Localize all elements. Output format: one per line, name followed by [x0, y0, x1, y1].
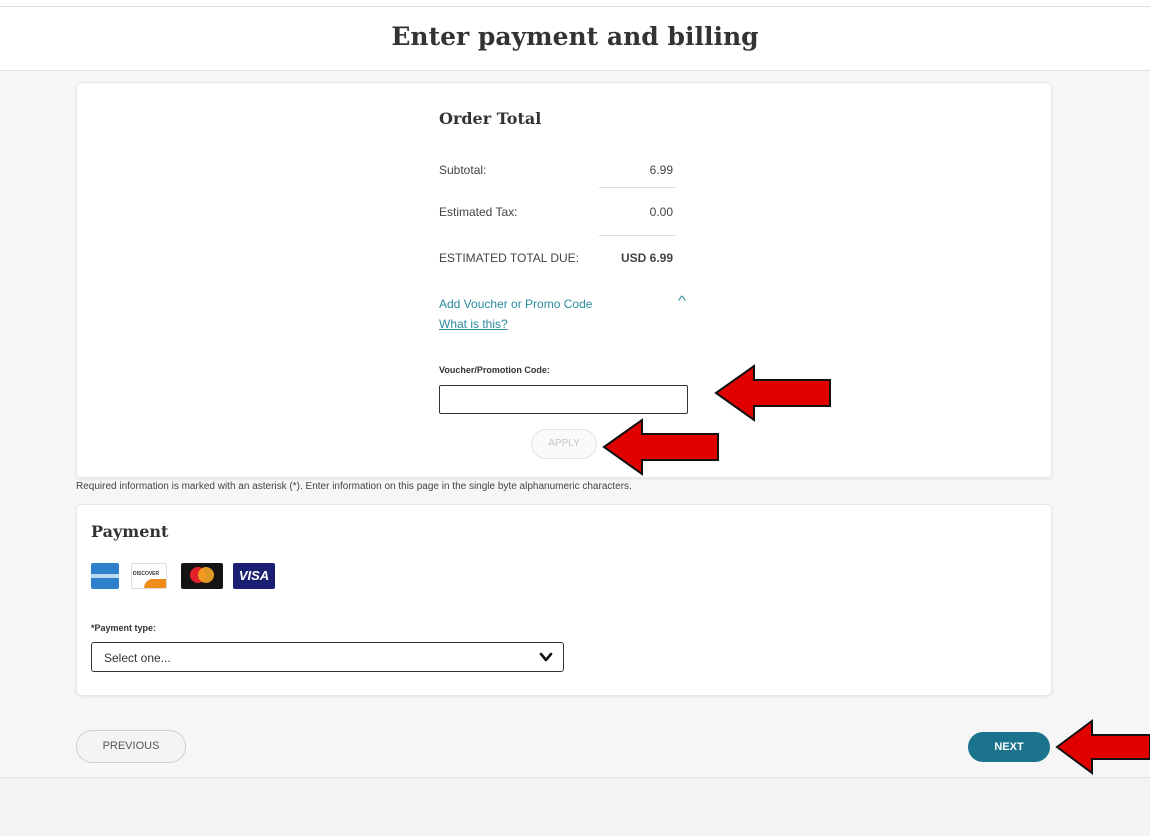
amex-icon	[91, 563, 119, 589]
tax-divider	[599, 235, 675, 236]
voucher-input[interactable]	[439, 385, 688, 414]
subtotal-value: 6.99	[649, 163, 673, 177]
discover-icon: DISCOVER	[131, 563, 167, 589]
mastercard-icon	[181, 563, 223, 589]
apply-button[interactable]: APPLY	[531, 429, 597, 459]
order-total-title: Order Total	[439, 109, 542, 128]
add-voucher-link[interactable]: Add Voucher or Promo Code	[439, 297, 592, 311]
discover-text: DISCOVER	[133, 571, 160, 577]
footer-band	[0, 777, 1150, 836]
next-button[interactable]: NEXT	[968, 732, 1050, 762]
what-is-this-link[interactable]: What is this?	[439, 317, 508, 331]
payment-type-select[interactable]: Select one...	[91, 642, 564, 672]
payment-type-label: *Payment type:	[91, 623, 157, 633]
total-value: USD 6.99	[620, 251, 673, 265]
chevron-up-icon[interactable]: ^	[670, 292, 693, 310]
subtotal-label: Subtotal:	[439, 163, 487, 177]
total-label: ESTIMATED TOTAL DUE:	[439, 251, 580, 265]
payment-card: Payment DISCOVER VISA *Payment type: Sel…	[76, 504, 1052, 696]
header-bar: Enter payment and billing	[0, 0, 1150, 71]
previous-button[interactable]: PREVIOUS	[76, 730, 186, 763]
header-divider	[0, 6, 1150, 7]
annotation-arrow-icon	[1055, 719, 1150, 775]
chevron-down-icon	[539, 652, 553, 662]
annotation-arrow-icon	[714, 364, 831, 422]
payment-type-value: Select one...	[104, 651, 171, 665]
subtotal-divider	[599, 187, 675, 188]
visa-icon: VISA	[233, 563, 275, 589]
voucher-label: Voucher/Promotion Code:	[439, 365, 550, 375]
page-title: Enter payment and billing	[391, 22, 759, 51]
required-info-note: Required information is marked with an a…	[76, 481, 632, 492]
annotation-arrow-icon	[602, 418, 719, 476]
payment-title: Payment	[91, 522, 169, 541]
order-total-card: Order Total Subtotal: 6.99 Estimated Tax…	[76, 82, 1052, 478]
tax-value: 0.00	[649, 205, 673, 219]
tax-label: Estimated Tax:	[439, 205, 518, 219]
